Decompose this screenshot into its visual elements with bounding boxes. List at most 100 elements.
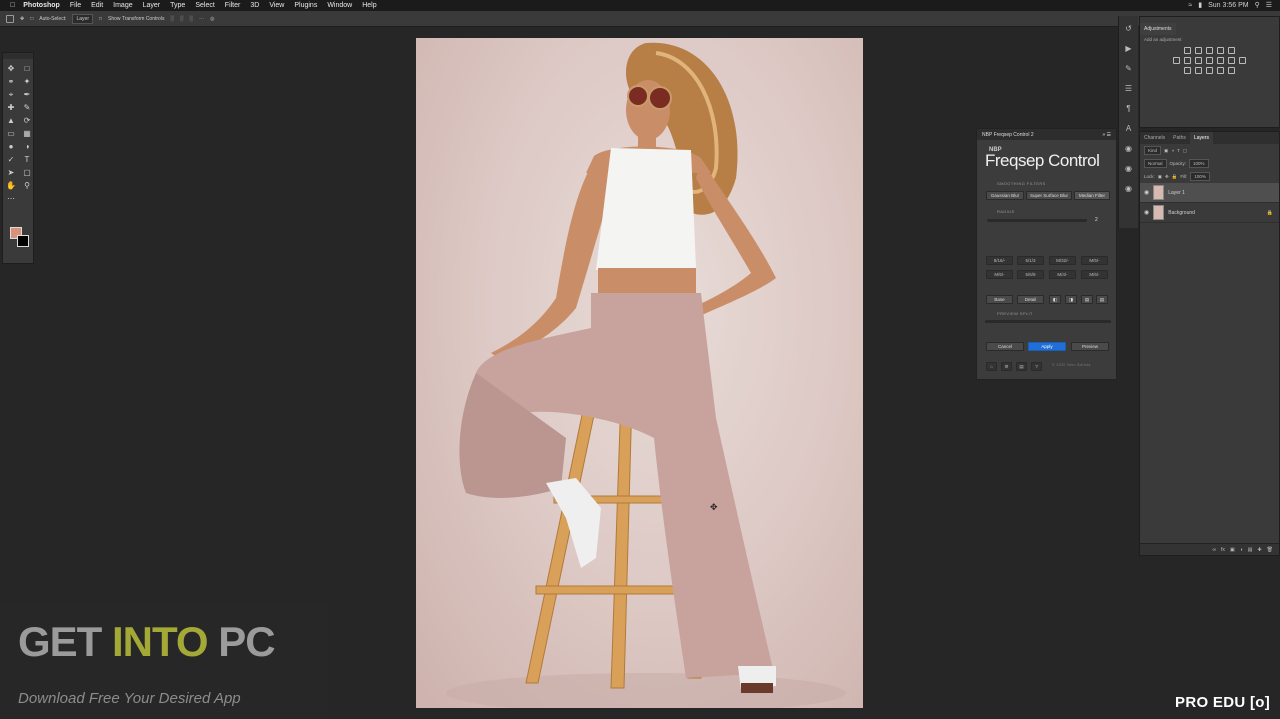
brush-settings-icon[interactable]: ✎ xyxy=(1122,62,1136,76)
split-horizontal-2-icon[interactable]: ▤ xyxy=(1096,295,1108,304)
apply-button[interactable]: Apply xyxy=(1028,342,1066,351)
black-white-icon[interactable] xyxy=(1195,57,1202,64)
menu-select[interactable]: Select xyxy=(195,0,214,11)
invert-icon[interactable] xyxy=(1184,67,1191,74)
settings-icon[interactable]: ⚙ xyxy=(1001,362,1012,371)
threshold-icon[interactable] xyxy=(1206,67,1213,74)
tab-channels[interactable]: Channels xyxy=(1140,132,1169,144)
vibrance-icon[interactable] xyxy=(1228,47,1235,54)
new-adjustment-icon[interactable]: ◑ xyxy=(1240,547,1243,553)
preset-button[interactable]: 5/1/3 xyxy=(1017,256,1044,265)
color-lookup-icon[interactable] xyxy=(1228,57,1235,64)
blur-tool-icon[interactable]: ● xyxy=(5,141,17,153)
lasso-tool-icon[interactable]: ⚭ xyxy=(5,76,17,88)
healing-tool-icon[interactable]: ✚ xyxy=(5,102,17,114)
hue-sat-icon[interactable] xyxy=(1173,57,1180,64)
channel-mixer-icon[interactable] xyxy=(1217,57,1224,64)
menu-filter[interactable]: Filter xyxy=(225,0,241,11)
move-tool-icon[interactable]: ✥ xyxy=(5,63,17,75)
dodge-tool-icon[interactable]: ◑ xyxy=(21,141,33,153)
3d-mode-icon[interactable]: ◎ xyxy=(210,16,214,22)
document-icon[interactable]: ▤ xyxy=(1016,362,1027,371)
paragraph-icon[interactable]: ¶ xyxy=(1122,102,1136,116)
base-button[interactable]: Base xyxy=(986,295,1013,304)
stamp-tool-icon[interactable]: ▲ xyxy=(5,115,17,127)
nbp-panel-3-icon[interactable]: ◉ xyxy=(1122,182,1136,196)
link-layers-icon[interactable]: ∞ xyxy=(1212,547,1216,553)
preset-button[interactable]: 5/6/9 xyxy=(1017,270,1044,279)
history-brush-icon[interactable]: ⟳ xyxy=(21,115,33,127)
preset-button[interactable]: M/6/- xyxy=(1081,270,1108,279)
home-icon[interactable] xyxy=(6,14,14,23)
canvas-image[interactable] xyxy=(416,38,863,708)
split-horizontal-icon[interactable]: ▤ xyxy=(1081,295,1093,304)
distribute-icon[interactable]: ⋯ xyxy=(199,16,204,22)
menu-edit[interactable]: Edit xyxy=(91,0,103,11)
preview-split-slider[interactable] xyxy=(985,320,1111,323)
new-layer-icon[interactable]: ✚ xyxy=(1257,547,1261,553)
marquee-tool-icon[interactable]: □ xyxy=(21,63,33,75)
align-right-icon[interactable]: ░ xyxy=(190,16,194,22)
help-icon[interactable]: ? xyxy=(1031,362,1042,371)
menu-type[interactable]: Type xyxy=(170,0,185,11)
gaussian-blur-button[interactable]: Gaussian Blur xyxy=(986,191,1024,200)
wifi-icon[interactable]: ≈ xyxy=(1188,0,1192,11)
type-tool-icon[interactable]: T xyxy=(21,154,33,166)
filter-pixel-icon[interactable]: ▣ xyxy=(1164,148,1168,154)
selective-color-icon[interactable] xyxy=(1228,67,1235,74)
search-icon[interactable]: ⚲ xyxy=(1255,0,1260,11)
color-balance-icon[interactable] xyxy=(1184,57,1191,64)
home-icon[interactable]: ⌂ xyxy=(986,362,997,371)
tab-layers[interactable]: Layers xyxy=(1189,132,1213,144)
hand-tool-icon[interactable]: ✋ xyxy=(5,180,17,192)
play-icon[interactable]: ▶ xyxy=(1122,42,1136,56)
zoom-tool-icon[interactable]: ⚲ xyxy=(21,180,33,192)
battery-icon[interactable]: ▮ xyxy=(1198,0,1202,11)
super-surface-blur-button[interactable]: Super Surface Blur xyxy=(1026,191,1072,200)
filter-adjust-icon[interactable]: ◑ xyxy=(1171,148,1174,153)
filter-type-icon[interactable]: T xyxy=(1177,148,1180,153)
menu-file[interactable]: File xyxy=(70,0,81,11)
curves-icon[interactable] xyxy=(1206,47,1213,54)
menu-list-icon[interactable]: ☰ xyxy=(1266,0,1272,11)
fill-field[interactable]: 100% xyxy=(1190,172,1210,181)
lock-all-icon[interactable]: 🔒 xyxy=(1172,174,1178,180)
preset-button[interactable]: M/6/- xyxy=(986,270,1013,279)
radius-slider[interactable] xyxy=(987,219,1087,222)
menu-window[interactable]: Window xyxy=(327,0,352,11)
preset-button[interactable]: M/4/- xyxy=(1049,270,1076,279)
auto-select-checkbox[interactable]: □ xyxy=(30,16,33,22)
visibility-eye-icon[interactable]: ◉ xyxy=(1144,189,1149,196)
preset-button[interactable]: M/5/- xyxy=(1081,256,1108,265)
menu-plugins[interactable]: Plugins xyxy=(294,0,317,11)
background-color-swatch[interactable] xyxy=(17,235,29,247)
menu-layer[interactable]: Layer xyxy=(143,0,161,11)
path-select-icon[interactable]: ➤ xyxy=(5,167,17,179)
new-group-icon[interactable]: ▤ xyxy=(1248,547,1253,553)
crop-tool-icon[interactable]: ⌖ xyxy=(5,89,17,101)
clock[interactable]: Sun 3:56 PM xyxy=(1208,0,1248,11)
photo-filter-icon[interactable] xyxy=(1206,57,1213,64)
layer-row-layer-1[interactable]: ◉ Layer 1 xyxy=(1140,183,1279,203)
brush-tool-icon[interactable]: ✎ xyxy=(21,102,33,114)
shape-tool-icon[interactable]: ▢ xyxy=(21,167,33,179)
preset-button[interactable]: 8/16/- xyxy=(986,256,1013,265)
app-menu[interactable]: Photoshop xyxy=(23,0,60,11)
split-vertical-icon[interactable]: ◧ xyxy=(1049,295,1061,304)
blend-mode-dropdown[interactable]: Normal xyxy=(1144,159,1167,168)
lock-icon[interactable]: 🔒 xyxy=(1267,210,1273,216)
opacity-field[interactable]: 100% xyxy=(1189,159,1209,168)
menu-3d[interactable]: 3D xyxy=(250,0,259,11)
median-filter-button[interactable]: Median Filter xyxy=(1074,191,1110,200)
history-icon[interactable]: ↺ xyxy=(1122,22,1136,36)
more-tools-icon[interactable]: ⋯ xyxy=(5,193,17,205)
menu-image[interactable]: Image xyxy=(113,0,132,11)
filter-shape-icon[interactable]: ▢ xyxy=(1183,148,1187,154)
lock-pixels-icon[interactable]: ▣ xyxy=(1158,174,1162,180)
fx-icon[interactable]: fx xyxy=(1221,547,1225,553)
transform-checkbox[interactable]: □ xyxy=(99,16,102,22)
trash-icon[interactable]: 🗑 xyxy=(1267,547,1273,553)
align-left-icon[interactable]: ░ xyxy=(170,16,174,22)
lock-position-icon[interactable]: ✥ xyxy=(1165,174,1169,180)
eraser-tool-icon[interactable]: ▭ xyxy=(5,128,17,140)
